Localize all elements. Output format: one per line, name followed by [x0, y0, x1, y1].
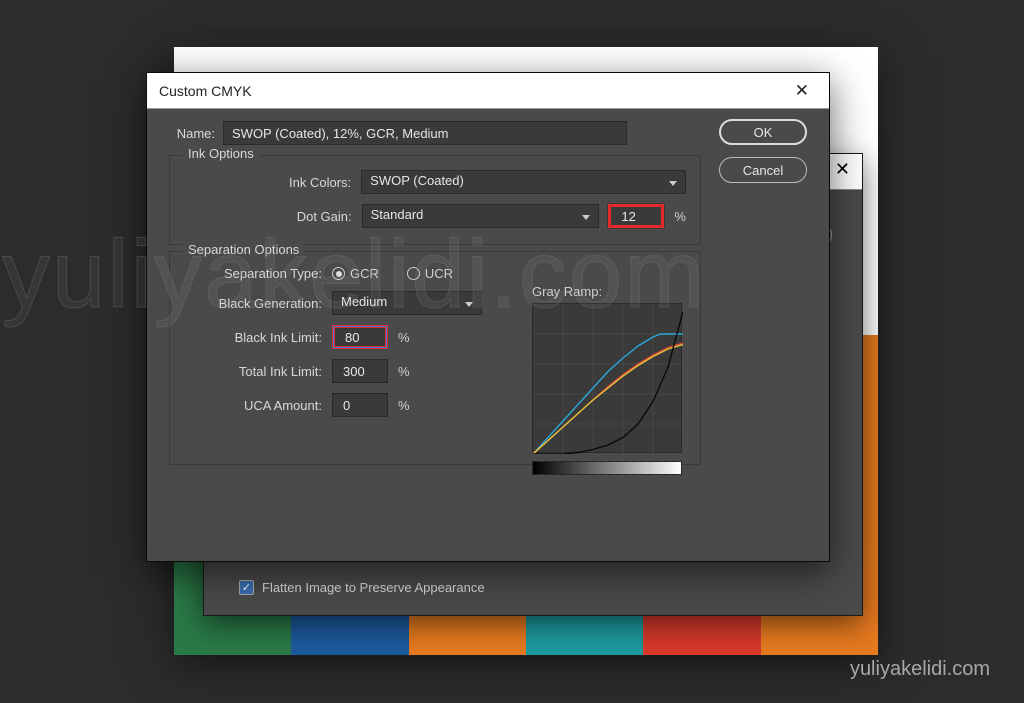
total-ink-limit-input[interactable] [332, 359, 388, 383]
dot-gain-label: Dot Gain: [184, 209, 362, 224]
separation-legend: Separation Options [182, 242, 305, 257]
percent-label: % [398, 398, 410, 413]
ucr-label: UCR [425, 266, 453, 281]
uca-amount-input[interactable] [332, 393, 388, 417]
gradient-bar [532, 461, 682, 475]
dialog-titlebar: Custom CMYK ✕ [147, 73, 829, 109]
uca-amount-label: UCA Amount: [184, 398, 332, 413]
close-icon[interactable]: ✕ [835, 159, 850, 180]
ink-colors-value: SWOP (Coated) [370, 173, 464, 188]
ink-colors-select[interactable]: SWOP (Coated) [361, 170, 686, 194]
name-input[interactable] [223, 121, 627, 145]
ucr-radio[interactable] [407, 267, 420, 280]
black-ink-limit-input[interactable] [332, 325, 388, 349]
checkmark-icon[interactable]: ✓ [239, 580, 254, 595]
dot-gain-select[interactable]: Standard [362, 204, 599, 228]
close-icon[interactable]: ✕ [787, 77, 817, 105]
black-generation-value: Medium [341, 294, 387, 309]
gcr-label: GCR [350, 266, 379, 281]
separation-type-label: Separation Type: [184, 266, 332, 281]
flatten-checkbox-row[interactable]: ✓ Flatten Image to Preserve Appearance [239, 580, 485, 595]
corner-watermark: yuliyakelidi.com [850, 658, 990, 681]
dialog-title: Custom CMYK [159, 83, 252, 99]
ink-colors-label: Ink Colors: [184, 175, 361, 190]
ok-button[interactable]: OK [719, 119, 807, 145]
dot-gain-input[interactable] [608, 204, 664, 228]
ink-options-legend: Ink Options [182, 146, 260, 161]
percent-label: % [674, 209, 686, 224]
gcr-radio[interactable] [332, 267, 345, 280]
separation-options-group: Separation Options Separation Type: GCR … [169, 251, 701, 465]
gray-ramp-label: Gray Ramp: [532, 284, 682, 299]
gray-ramp-panel: Gray Ramp: [532, 284, 682, 475]
black-generation-label: Black Generation: [184, 296, 332, 311]
gray-ramp-chart [532, 303, 682, 453]
percent-label: % [398, 364, 410, 379]
total-ink-limit-label: Total Ink Limit: [184, 364, 332, 379]
custom-cmyk-dialog: Custom CMYK ✕ Name: OK Cancel Ink Option… [146, 72, 830, 562]
dot-gain-type: Standard [371, 207, 424, 222]
black-generation-select[interactable]: Medium [332, 291, 482, 315]
black-ink-limit-label: Black Ink Limit: [184, 330, 332, 345]
ink-options-group: Ink Options Ink Colors: SWOP (Coated) Do… [169, 155, 701, 245]
name-label: Name: [163, 126, 223, 141]
percent-label: % [398, 330, 410, 345]
cancel-button[interactable]: Cancel [719, 157, 807, 183]
flatten-label: Flatten Image to Preserve Appearance [262, 580, 485, 595]
